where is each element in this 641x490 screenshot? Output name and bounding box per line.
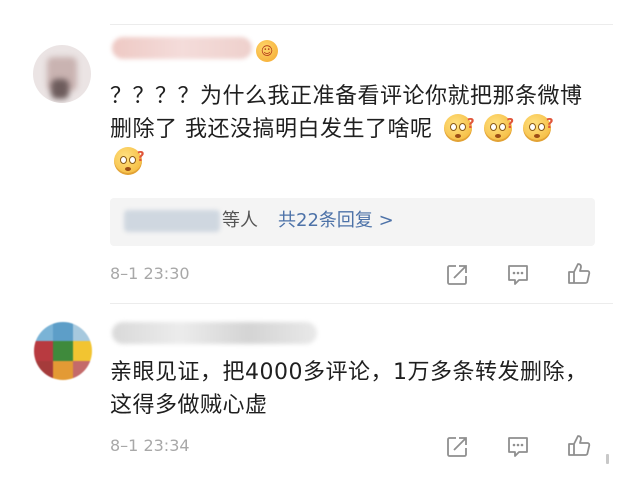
reply-suffix: 等人 xyxy=(222,210,258,231)
scrollbar[interactable] xyxy=(606,454,609,464)
comment-icon[interactable] xyxy=(505,262,531,288)
comment-body: 亲眼见证，把4000多评论，1万多条转发删除，这得多做贼心虚 xyxy=(110,360,588,418)
comment-text: ？？？？为什么我正准备看评论你就把那条微博删除了 我还没搞明白发生了啥呢 ? ?… xyxy=(110,80,590,179)
comment-divider xyxy=(110,303,613,304)
confused-face-emoji-icon: ? xyxy=(114,147,144,175)
avatar[interactable] xyxy=(33,45,91,103)
username[interactable] xyxy=(112,322,317,344)
confused-face-emoji-icon: ? xyxy=(523,114,553,142)
share-icon[interactable] xyxy=(444,434,470,460)
comment-timestamp: 8–1 23:34 xyxy=(110,436,190,455)
comment-timestamp: 8–1 23:30 xyxy=(110,264,190,283)
replier-names xyxy=(124,210,220,232)
view-replies-link[interactable]: 共22条回复 > xyxy=(278,208,394,234)
like-icon[interactable] xyxy=(566,261,592,287)
user-badge-icon: ☺ xyxy=(256,40,278,62)
comment-icon[interactable] xyxy=(505,434,531,460)
reply-summary[interactable]: 等人 共22条回复 > xyxy=(110,198,595,246)
share-icon[interactable] xyxy=(444,262,470,288)
avatar[interactable] xyxy=(34,322,92,380)
comment-text: 亲眼见证，把4000多评论，1万多条转发删除，这得多做贼心虚 xyxy=(110,356,590,422)
top-divider xyxy=(110,24,613,25)
confused-face-emoji-icon: ? xyxy=(444,114,474,142)
confused-face-emoji-icon: ? xyxy=(483,114,514,142)
username[interactable] xyxy=(112,37,252,59)
like-icon[interactable] xyxy=(566,433,592,459)
